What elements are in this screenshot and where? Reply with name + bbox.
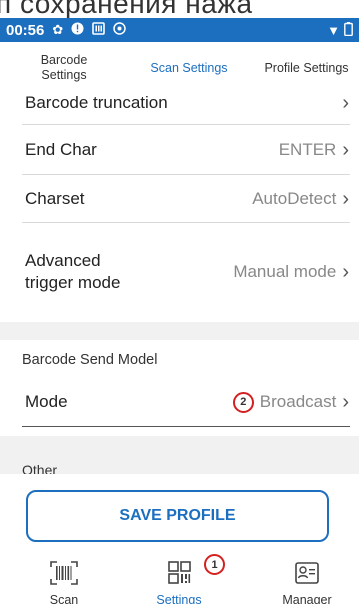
clock: 00:56	[6, 21, 45, 39]
setting-label: End Char	[25, 140, 97, 159]
tab-barcode-settings[interactable]: Barcode Settings	[20, 42, 108, 94]
sim-icon	[92, 22, 106, 38]
alert-icon	[71, 22, 84, 38]
barcode-icon	[49, 560, 79, 591]
setting-mode[interactable]: Mode 2 Broadcast ›	[0, 380, 359, 424]
divider	[22, 426, 350, 427]
tab-scan-settings[interactable]: Scan Settings	[139, 42, 239, 94]
contact-card-icon	[292, 560, 322, 591]
battery-icon	[344, 21, 353, 39]
divider	[22, 124, 350, 125]
chevron-right-icon: ›	[342, 139, 349, 161]
annotation-badge: 1	[204, 554, 225, 575]
annotation-badge: 2	[232, 391, 254, 413]
nav-label-manager: Manager	[282, 593, 332, 604]
setting-advanced-trigger-mode[interactable]: Advanced trigger mode Manual mode ›	[0, 228, 359, 316]
setting-value: Broadcast	[259, 392, 337, 411]
chevron-right-icon: ›	[342, 261, 349, 283]
wifi-icon: ▼	[327, 22, 340, 38]
setting-label: Charset	[25, 189, 85, 208]
qr-code-icon	[164, 560, 194, 591]
chevron-right-icon: ›	[342, 188, 349, 210]
status-bar: 00:56 ✿ ▼	[0, 18, 359, 42]
chevron-right-icon: ›	[342, 92, 349, 114]
settings-gear-icon: ✿	[52, 22, 64, 37]
section-gap	[0, 322, 359, 340]
setting-label: Barcode truncation	[25, 93, 168, 112]
caption-overlay: п сохранения нажа	[0, 0, 359, 18]
tab-profile-settings[interactable]: Profile Settings	[254, 42, 359, 94]
settings-tabs: Barcode Settings Scan Settings Profile S…	[0, 42, 359, 94]
setting-value: Manual mode	[233, 262, 337, 281]
caption-text: п сохранения нажа	[0, 0, 253, 18]
setting-barcode-truncation[interactable]: Barcode truncation ›	[0, 88, 359, 118]
setting-value: ENTER	[278, 140, 337, 159]
setting-label: Mode	[25, 392, 68, 411]
nav-scan[interactable]: Scan	[19, 560, 109, 604]
setting-value: AutoDetect	[252, 189, 337, 208]
setting-label: Advanced trigger mode	[25, 251, 121, 292]
divider	[22, 174, 350, 175]
setting-end-char[interactable]: End Char ENTER ›	[0, 126, 359, 174]
chevron-right-icon: ›	[342, 391, 349, 413]
nav-manager[interactable]: Manager	[262, 560, 352, 604]
nav-label-settings: Settings	[156, 593, 202, 604]
bottom-area: SAVE PROFILE Scan Settings 1 Manager	[0, 474, 359, 604]
nav-label-scan: Scan	[49, 593, 79, 604]
sync-icon	[113, 22, 127, 38]
section-title-send-model: Barcode Send Model	[22, 352, 158, 368]
setting-charset[interactable]: Charset AutoDetect ›	[0, 176, 359, 222]
save-profile-button[interactable]: SAVE PROFILE	[26, 490, 329, 542]
divider	[22, 222, 350, 223]
